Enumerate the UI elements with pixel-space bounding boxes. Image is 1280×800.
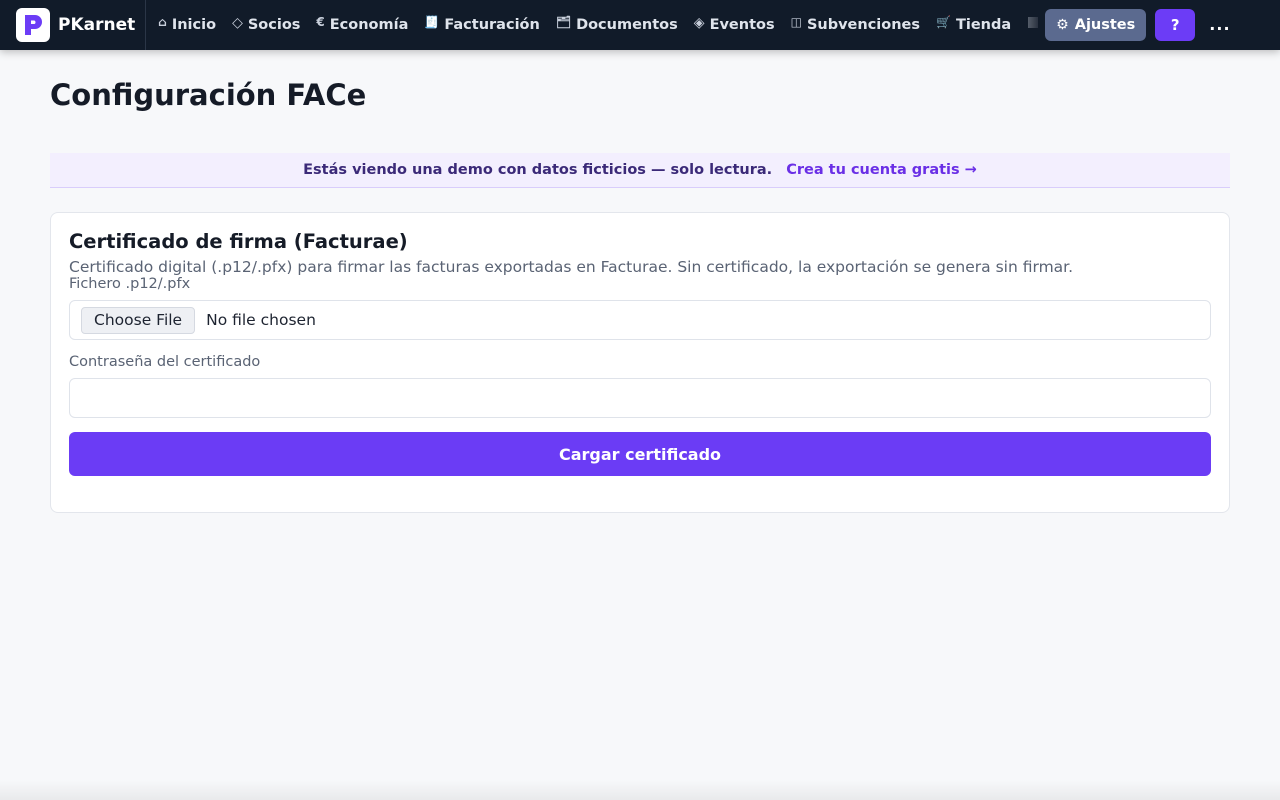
demo-banner-text: Estás viendo una demo con datos ficticio… (303, 162, 773, 178)
nav-overflow-item[interactable] (1025, 0, 1041, 50)
card-title: Certificado de firma (Facturae) (69, 230, 408, 253)
cart-icon: 🛒 (936, 15, 951, 29)
nav-item-tienda[interactable]: 🛒 Tienda (928, 0, 1019, 50)
settings-label: Ajustes (1074, 17, 1136, 33)
nav-item-label: Eventos (709, 17, 775, 33)
euro-icon: € (316, 15, 325, 29)
nav-item-label: Inicio (171, 17, 217, 33)
nav-item-facturacion[interactable]: 🧾 Facturación (416, 0, 547, 50)
nav-item-documentos[interactable]: 🗂 Documentos (548, 0, 686, 50)
gear-icon: ⚙ (1056, 17, 1069, 33)
upload-certificate-button[interactable]: Cargar certificado (69, 432, 1211, 476)
nav-item-label: Economía (329, 17, 409, 33)
receipt-icon: 🧾 (424, 15, 440, 29)
brand[interactable]: PKarnet (0, 0, 147, 50)
demo-banner: Estás viendo una demo con datos ficticio… (50, 153, 1230, 188)
nav-item-label: Socios (247, 17, 301, 33)
password-field-label: Contraseña del certificado (69, 354, 261, 370)
truncated-nav-icon (1028, 16, 1039, 28)
nav-item-label: Subvenciones (806, 17, 921, 33)
brand-name: PKarnet (58, 15, 136, 35)
diamond-outline-icon: ◇ (232, 15, 243, 31)
columns-icon: ◫ (790, 15, 802, 29)
certificate-file-input[interactable]: Choose File No file chosen (69, 300, 1211, 340)
nav-item-socios[interactable]: ◇ Socios (224, 0, 308, 50)
settings-button[interactable]: ⚙ Ajustes (1045, 9, 1147, 41)
top-navbar: PKarnet ⌂ Inicio ◇ Socios € Economía 🧾 F… (0, 0, 1280, 50)
folder-icon: 🗂 (555, 15, 572, 29)
home-icon: ⌂ (158, 15, 167, 29)
create-account-link[interactable]: Crea tu cuenta gratis → (786, 162, 977, 178)
nav-item-label: Facturación (444, 17, 540, 33)
brand-logo-icon (16, 8, 50, 42)
nav-item-economia[interactable]: € Economía (308, 0, 416, 50)
nav-item-eventos[interactable]: ◈ Eventos (686, 0, 783, 50)
nav-item-subvenciones[interactable]: ◫ Subvenciones (783, 0, 928, 50)
file-status-text: No file chosen (206, 311, 316, 329)
nav-item-label: Documentos (576, 17, 678, 33)
bottom-shadow (0, 780, 1280, 800)
nav-item-inicio[interactable]: ⌂ Inicio (150, 0, 224, 50)
page-title: Configuración FACe (50, 78, 367, 112)
help-button[interactable]: ? (1155, 9, 1196, 41)
diamond-filled-icon: ◈ (693, 15, 705, 31)
certificate-card: Certificado de firma (Facturae) Certific… (50, 212, 1230, 513)
choose-file-button[interactable]: Choose File (81, 306, 196, 334)
more-menu-button[interactable]: ... (1209, 15, 1230, 34)
nav-item-label: Tienda (955, 17, 1012, 33)
certificate-password-input[interactable] (69, 378, 1211, 418)
card-description: Certificado digital (.p12/.pfx) para fir… (69, 258, 1074, 276)
file-field-label: Fichero .p12/.pfx (69, 276, 191, 292)
